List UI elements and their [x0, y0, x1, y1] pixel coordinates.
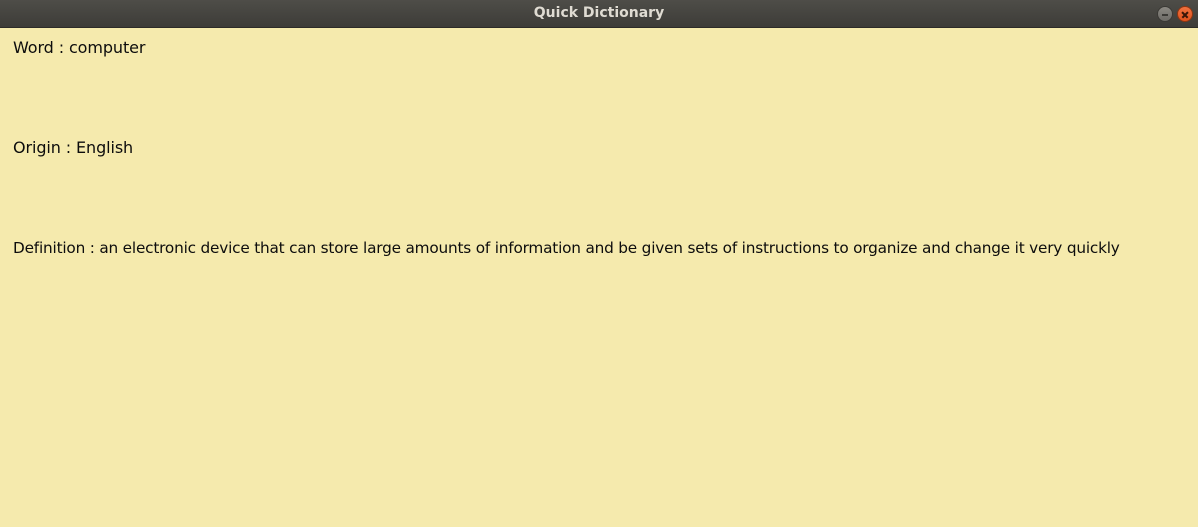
title-bar[interactable]: Quick Dictionary [0, 0, 1198, 28]
close-icon[interactable] [1177, 6, 1193, 22]
quick-dictionary-window: Quick Dictionary Word : computer Origin … [0, 0, 1198, 527]
window-title: Quick Dictionary [533, 5, 665, 21]
minimize-icon[interactable] [1157, 6, 1173, 22]
origin-label: Origin : English [13, 138, 134, 157]
word-label: Word : computer [13, 38, 146, 57]
definition-label: Definition : an electronic device that c… [13, 239, 1120, 257]
